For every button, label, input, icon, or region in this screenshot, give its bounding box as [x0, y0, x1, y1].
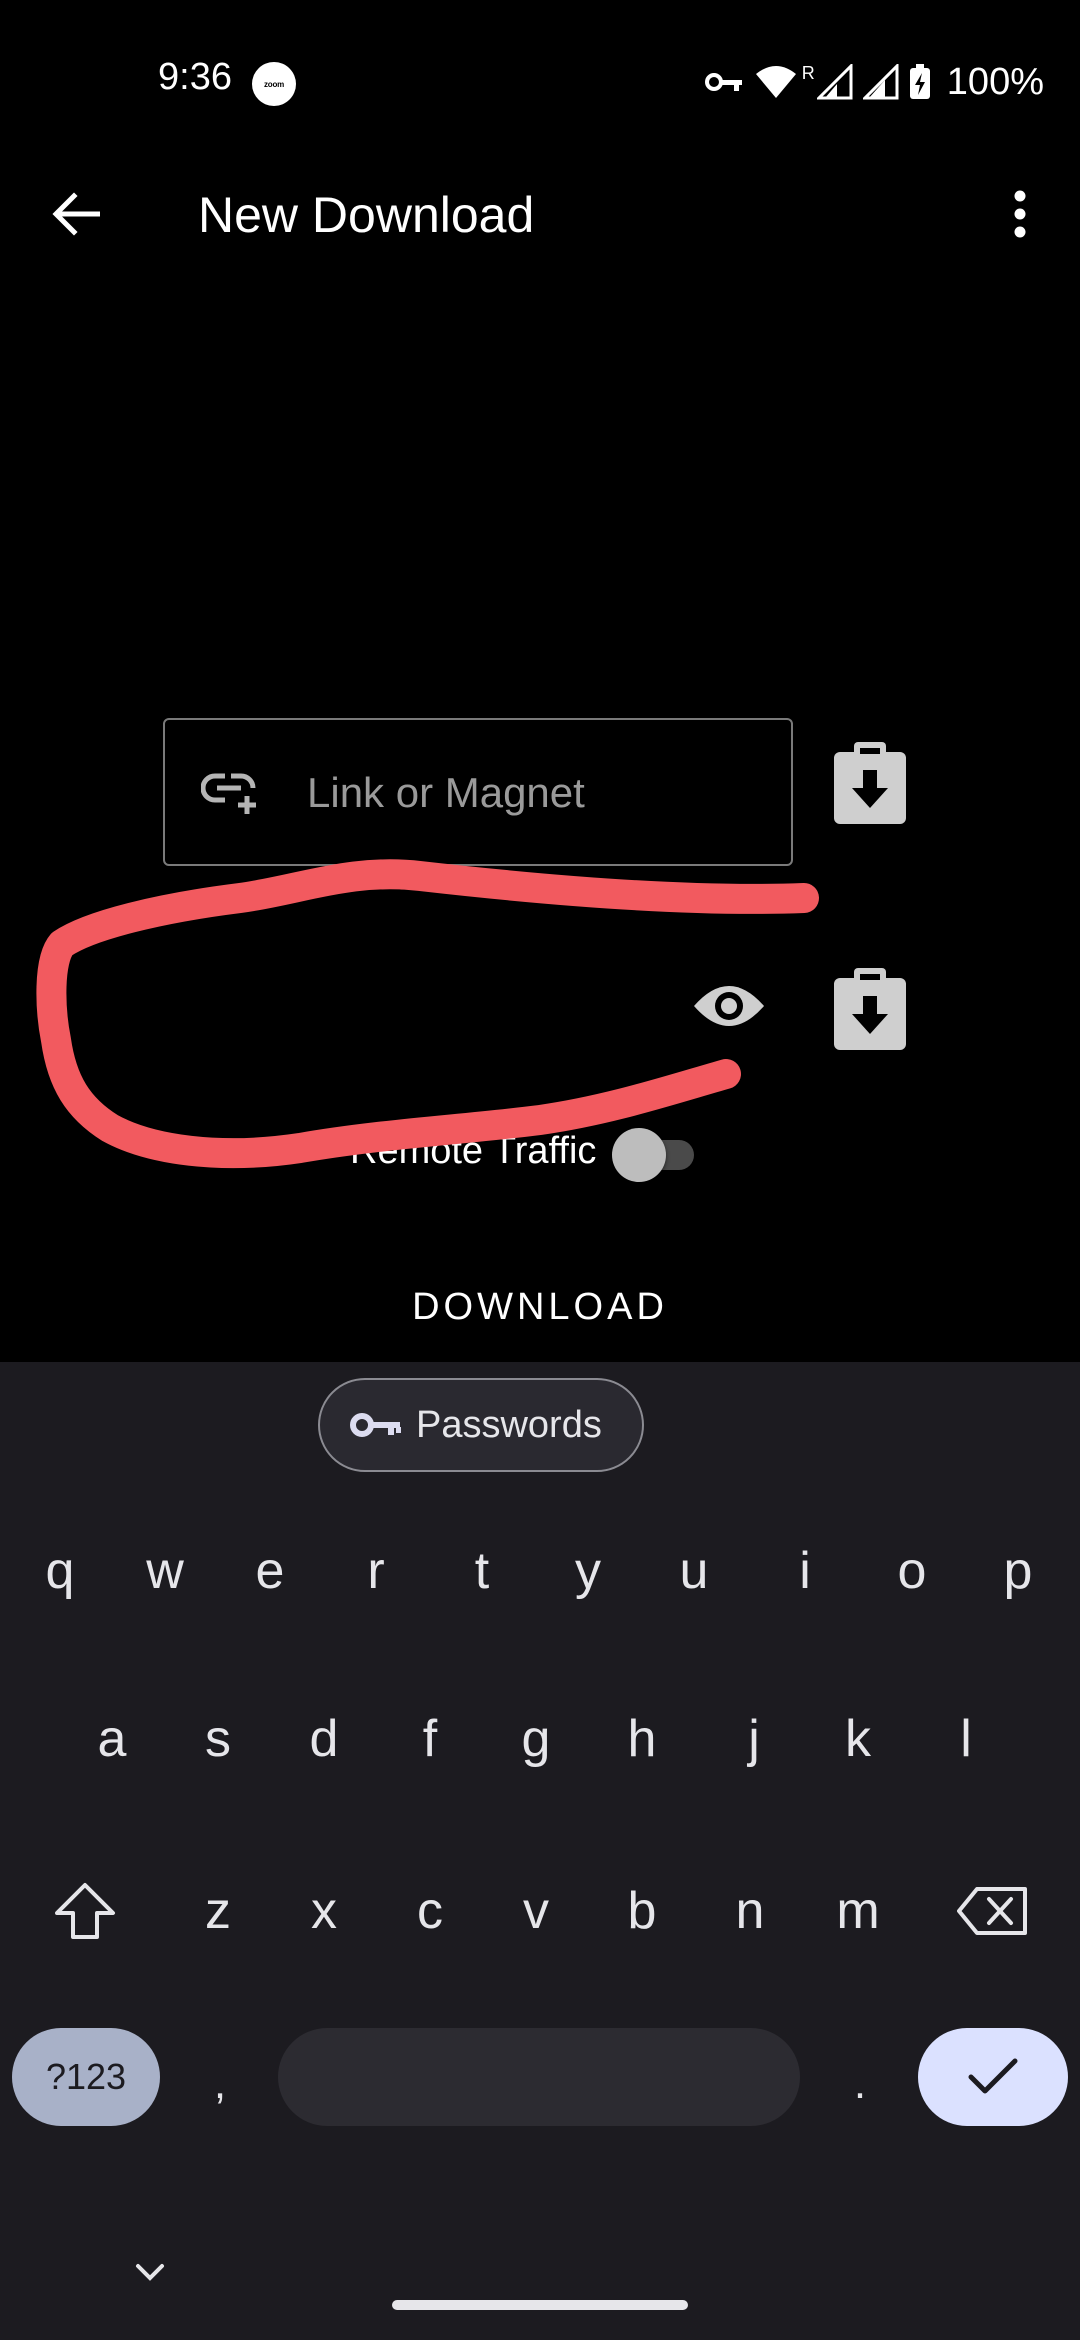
download-button[interactable]: DOWNLOAD — [380, 1286, 700, 1334]
key-u[interactable]: u — [644, 1516, 744, 1626]
link-field[interactable] — [163, 718, 793, 866]
signal-icon — [816, 64, 853, 100]
backspace-icon — [957, 1887, 1027, 1935]
remote-traffic-label: Remote Traffic — [350, 1130, 597, 1172]
key-q[interactable]: q — [10, 1516, 110, 1626]
gesture-navigation-bar[interactable] — [392, 2300, 688, 2310]
key-o[interactable]: o — [862, 1516, 962, 1626]
key-h[interactable]: h — [592, 1684, 692, 1794]
key-n[interactable]: n — [700, 1856, 800, 1966]
content-paste-download-icon — [834, 968, 906, 1050]
keyboard — [0, 1362, 1080, 2340]
key-f[interactable]: f — [380, 1684, 480, 1794]
comma-key[interactable]: , — [190, 2028, 250, 2126]
key-v[interactable]: v — [486, 1856, 586, 1966]
status-icons: R 100% — [704, 52, 1044, 112]
content-paste-download-icon — [834, 742, 906, 824]
backspace-key[interactable] — [948, 1856, 1038, 1966]
enter-key[interactable] — [918, 2028, 1068, 2126]
toggle-visibility-button[interactable] — [692, 978, 766, 1034]
add-link-icon — [201, 773, 256, 814]
shift-icon — [55, 1883, 115, 1939]
wifi-icon — [755, 66, 796, 98]
roaming-indicator: R — [801, 62, 815, 83]
key-i[interactable]: i — [755, 1516, 855, 1626]
passwords-chip-label: Passwords — [416, 1403, 602, 1446]
key-b[interactable]: b — [592, 1856, 692, 1966]
vpn-key-icon — [704, 73, 742, 91]
signal-icon-2 — [862, 64, 899, 100]
key-a[interactable]: a — [62, 1684, 162, 1794]
zoom-notification-icon: zoom — [252, 62, 296, 106]
battery-percent: 100% — [946, 60, 1044, 103]
period-key[interactable]: . — [830, 2028, 890, 2126]
key-j[interactable]: j — [704, 1684, 804, 1794]
key-e[interactable]: e — [220, 1516, 320, 1626]
more-vert-icon — [1014, 190, 1026, 238]
key-k[interactable]: k — [808, 1684, 908, 1794]
remote-traffic-switch[interactable] — [612, 1128, 700, 1182]
symbols-key[interactable]: ?123 — [12, 2028, 160, 2126]
hide-keyboard-button[interactable] — [118, 2250, 182, 2294]
key-z[interactable]: z — [168, 1856, 268, 1966]
key-icon — [350, 1413, 401, 1437]
key-s[interactable]: s — [168, 1684, 268, 1794]
key-w[interactable]: w — [115, 1516, 215, 1626]
key-m[interactable]: m — [808, 1856, 908, 1966]
shift-key[interactable] — [40, 1856, 130, 1966]
key-p[interactable]: p — [968, 1516, 1068, 1626]
back-button[interactable] — [40, 178, 112, 250]
status-time: 9:36 — [158, 56, 232, 98]
key-d[interactable]: d — [274, 1684, 374, 1794]
more-options-button[interactable] — [984, 178, 1056, 250]
key-x[interactable]: x — [274, 1856, 374, 1966]
key-g[interactable]: g — [486, 1684, 586, 1794]
chevron-down-icon — [136, 2264, 164, 2281]
link-input[interactable] — [307, 758, 767, 828]
key-c[interactable]: c — [380, 1856, 480, 1966]
arrow-back-icon — [52, 192, 100, 236]
space-key[interactable] — [278, 2028, 800, 2126]
paste-second-field-button[interactable] — [830, 968, 910, 1052]
eye-icon — [694, 986, 764, 1026]
key-y[interactable]: y — [538, 1516, 638, 1626]
key-t[interactable]: t — [432, 1516, 532, 1626]
check-icon — [968, 2058, 1018, 2094]
battery-charging-icon — [909, 64, 930, 99]
key-r[interactable]: r — [326, 1516, 426, 1626]
page-title: New Download — [198, 187, 535, 243]
switch-thumb — [612, 1128, 666, 1182]
key-l[interactable]: l — [916, 1684, 1016, 1794]
paste-link-button[interactable] — [830, 742, 910, 826]
passwords-suggestion-chip[interactable]: Passwords — [318, 1378, 644, 1472]
